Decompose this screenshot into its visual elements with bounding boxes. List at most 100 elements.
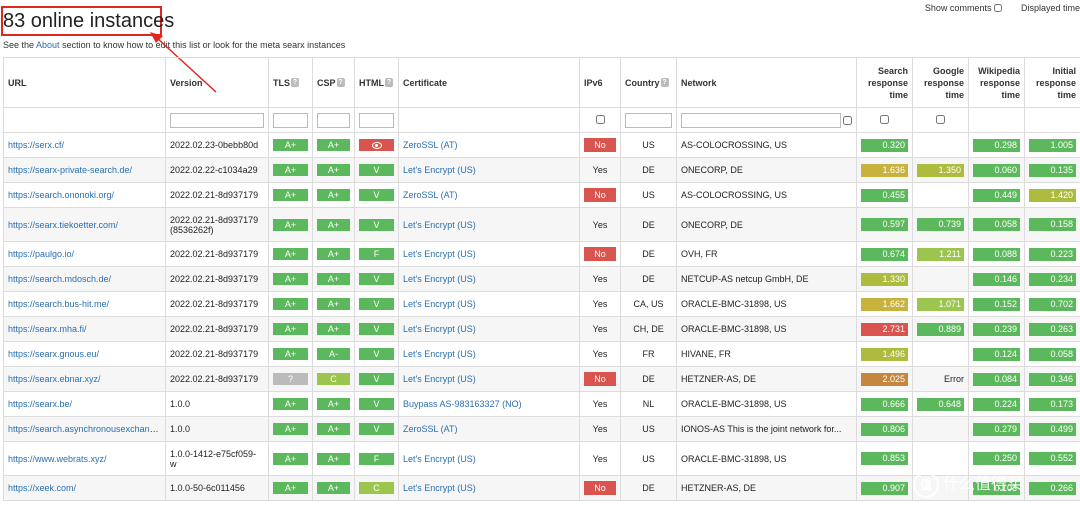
initial-time-bar[interactable]: 1.420 xyxy=(1029,188,1076,202)
certificate-link[interactable]: Let's Encrypt (US) xyxy=(403,454,476,464)
search-time-bar[interactable]: 1.330 xyxy=(861,272,908,286)
html-grade-badge[interactable]: V xyxy=(359,348,394,360)
wikipedia-time-bar[interactable]: 0.058 xyxy=(973,218,1020,231)
instance-url-link[interactable]: https://searx.tiekoetter.com/ xyxy=(8,220,118,230)
csp-grade-badge[interactable]: A+ xyxy=(317,248,350,260)
certificate-link[interactable]: ZeroSSL (AT) xyxy=(403,424,458,434)
tls-grade-badge[interactable]: A+ xyxy=(273,323,308,335)
tls-grade-badge[interactable]: A+ xyxy=(273,273,308,285)
col-country[interactable]: Country? xyxy=(620,57,677,108)
csp-grade-badge[interactable]: A+ xyxy=(317,273,350,285)
displayed-time-option[interactable]: Displayed time xyxy=(1021,3,1080,13)
search-time-bar[interactable]: 2.025 xyxy=(861,372,908,386)
col-network[interactable]: Network xyxy=(676,57,857,108)
certificate-link[interactable]: ZeroSSL (AT) xyxy=(403,190,458,200)
csp-grade-badge[interactable]: A+ xyxy=(317,218,350,231)
html-grade-badge[interactable]: V xyxy=(359,298,394,310)
certificate-link[interactable]: Let's Encrypt (US) xyxy=(403,299,476,309)
tls-grade-badge[interactable]: A+ xyxy=(273,139,308,151)
google-time-bar[interactable]: 0.648 xyxy=(917,397,964,411)
certificate-link[interactable]: Let's Encrypt (US) xyxy=(403,324,476,334)
csp-grade-badge[interactable]: A+ xyxy=(317,423,350,435)
initial-time-bar[interactable]: 0.223 xyxy=(1029,247,1076,261)
instance-url-link[interactable]: https://searx.mha.fi/ xyxy=(8,324,87,334)
search-time-bar[interactable]: 1.496 xyxy=(861,347,908,361)
instance-url-link[interactable]: https://searx.be/ xyxy=(8,399,72,409)
search-time-bar[interactable]: 0.597 xyxy=(861,218,908,231)
wikipedia-time-bar[interactable]: 0.088 xyxy=(973,247,1020,261)
search-time-bar[interactable]: 0.455 xyxy=(861,188,908,202)
csp-grade-badge[interactable]: C xyxy=(317,373,350,385)
search-time-bar[interactable]: 2.731 xyxy=(861,322,908,336)
initial-time-bar[interactable]: 0.263 xyxy=(1029,322,1076,336)
wikipedia-time-bar[interactable]: 0.146 xyxy=(973,272,1020,286)
initial-time-bar[interactable]: 1.005 xyxy=(1029,138,1076,152)
search-time-bar[interactable]: 1.636 xyxy=(861,163,908,177)
wikipedia-time-bar[interactable]: 0.298 xyxy=(973,138,1020,152)
col-csp[interactable]: CSP? xyxy=(312,57,355,108)
certificate-link[interactable]: Let's Encrypt (US) xyxy=(403,483,476,493)
network-filter-input[interactable] xyxy=(681,112,841,128)
tls-filter-input[interactable] xyxy=(273,112,308,128)
tls-grade-badge[interactable]: A+ xyxy=(273,348,308,360)
col-initial-time[interactable]: Initial response time xyxy=(1024,57,1080,108)
search-time-bar[interactable]: 0.907 xyxy=(861,481,908,495)
csp-grade-badge[interactable]: A+ xyxy=(317,164,350,176)
csp-grade-badge[interactable]: A+ xyxy=(317,298,350,310)
initial-time-bar[interactable]: 0.173 xyxy=(1029,397,1076,411)
csp-grade-badge[interactable]: A+ xyxy=(317,452,350,465)
html-grade-badge[interactable]: C xyxy=(359,482,394,494)
certificate-link[interactable]: Let's Encrypt (US) xyxy=(403,349,476,359)
google-time-bar[interactable]: 1.350 xyxy=(917,163,964,177)
show-comments-checkbox[interactable] xyxy=(994,4,1003,12)
help-icon[interactable]: ? xyxy=(660,77,669,87)
col-url[interactable]: URL xyxy=(3,57,166,108)
initial-time-bar[interactable]: 0.234 xyxy=(1029,272,1076,286)
html-grade-badge[interactable]: F xyxy=(359,452,394,465)
tls-grade-badge[interactable]: A+ xyxy=(273,452,308,465)
google-time-bar[interactable]: 1.071 xyxy=(917,297,964,311)
html-filter-input[interactable] xyxy=(359,112,394,128)
csp-filter-input[interactable] xyxy=(317,112,350,128)
initial-time-bar[interactable]: 0.158 xyxy=(1029,218,1076,231)
col-certificate[interactable]: Certificate xyxy=(398,57,580,108)
tls-grade-badge[interactable]: A+ xyxy=(273,189,308,201)
tls-grade-badge[interactable]: A+ xyxy=(273,423,308,435)
initial-time-bar[interactable]: 0.499 xyxy=(1029,422,1076,436)
instance-url-link[interactable]: https://searx.gnous.eu/ xyxy=(8,349,99,359)
tls-grade-badge[interactable]: A+ xyxy=(273,298,308,310)
initial-time-bar[interactable]: 0.702 xyxy=(1029,297,1076,311)
tls-grade-badge[interactable]: ? xyxy=(273,373,308,385)
col-google-time[interactable]: Google response time xyxy=(912,57,969,108)
html-grade-badge[interactable]: V xyxy=(359,323,394,335)
search-time-bar[interactable]: 1.662 xyxy=(861,297,908,311)
tls-grade-badge[interactable]: A+ xyxy=(273,482,308,494)
instance-url-link[interactable]: https://searx-private-search.de/ xyxy=(8,165,132,175)
country-filter-input[interactable] xyxy=(625,112,672,128)
html-grade-badge[interactable]: V xyxy=(359,423,394,435)
search-time-bar[interactable]: 0.853 xyxy=(861,452,908,465)
html-grade-badge[interactable]: V xyxy=(359,273,394,285)
ipv6-filter-checkbox[interactable] xyxy=(595,114,605,124)
html-grade-badge[interactable]: V xyxy=(359,398,394,410)
col-ipv6[interactable]: IPv6 xyxy=(579,57,621,108)
instance-url-link[interactable]: https://search.ononoki.org/ xyxy=(8,190,114,200)
col-html[interactable]: HTML? xyxy=(354,57,399,108)
csp-grade-badge[interactable]: A+ xyxy=(317,139,350,151)
initial-time-bar[interactable]: 0.552 xyxy=(1029,452,1076,465)
wikipedia-time-bar[interactable]: 0.239 xyxy=(973,322,1020,336)
instance-url-link[interactable]: https://searx.ebnar.xyz/ xyxy=(8,374,101,384)
show-comments-option[interactable]: Show comments xyxy=(925,3,1003,13)
version-filter-input[interactable] xyxy=(170,112,264,128)
certificate-link[interactable]: Buypass AS-983163327 (NO) xyxy=(403,399,522,409)
initial-time-bar[interactable]: 0.135 xyxy=(1029,163,1076,177)
google-time-filter-checkbox[interactable] xyxy=(936,114,945,124)
search-time-bar[interactable]: 0.320 xyxy=(861,138,908,152)
search-time-bar[interactable]: 0.666 xyxy=(861,397,908,411)
col-search-time[interactable]: Search response time xyxy=(856,57,913,108)
html-eye-badge[interactable] xyxy=(359,139,394,151)
google-time-bar[interactable]: 1.211 xyxy=(917,247,964,261)
instance-url-link[interactable]: https://paulgo.io/ xyxy=(8,249,74,259)
help-icon[interactable]: ? xyxy=(291,77,299,87)
certificate-link[interactable]: Let's Encrypt (US) xyxy=(403,274,476,284)
